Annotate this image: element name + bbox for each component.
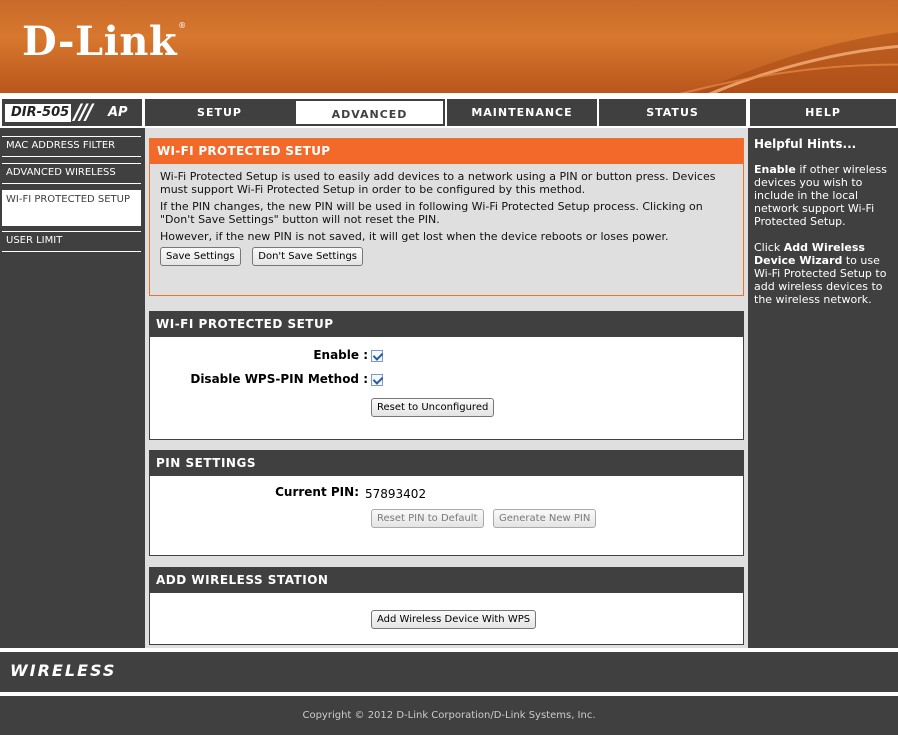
help-hint-1-bold: Enable (754, 163, 796, 176)
enable-label: Enable : (313, 348, 368, 362)
pin-settings-section: PIN SETTINGS Current PIN: 57893402 Reset… (149, 450, 744, 556)
add-wireless-station-title: ADD WIRELESS STATION (150, 568, 743, 593)
save-settings-button[interactable]: Save Settings (160, 247, 241, 266)
enable-checkbox[interactable] (371, 350, 383, 362)
pin-settings-title: PIN SETTINGS (150, 451, 743, 476)
wps-section-title: WI-FI PROTECTED SETUP (150, 312, 743, 337)
current-pin-label: Current PIN: (275, 485, 359, 499)
tab-help[interactable]: HELP (750, 99, 896, 126)
registered-mark: ® (178, 21, 187, 30)
dlink-logo[interactable]: D-Link® (22, 22, 187, 62)
wps-section: WI-FI PROTECTED SETUP Enable : Disable W… (149, 311, 744, 440)
disable-wps-pin-label: Disable WPS-PIN Method : (190, 372, 368, 386)
logo-text: D-Link (22, 18, 178, 65)
header-banner: D-Link® (0, 0, 898, 93)
wireless-bar: WIRELESS (0, 652, 898, 692)
add-wireless-device-with-wps-button[interactable]: Add Wireless Device With WPS (371, 610, 537, 629)
pin-actions: Reset PIN to Default Generate New PIN (371, 509, 597, 528)
intro-paragraph-2: If the PIN changes, the new PIN will be … (160, 200, 703, 226)
reset-to-unconfigured-button[interactable]: Reset to Unconfigured (371, 398, 495, 417)
sidebar-item-user-limit[interactable]: USER LIMIT (2, 231, 141, 252)
tab-status[interactable]: STATUS (599, 99, 746, 126)
disable-wps-pin-checkbox[interactable] (371, 374, 383, 386)
station-actions: Add Wireless Device With WPS (371, 610, 537, 629)
help-panel: Helpful Hints... Enable if other wireles… (748, 128, 898, 648)
model-badge: DIR-505 /// AP (2, 99, 142, 126)
sidebar-item-mac-address-filter[interactable]: MAC ADDRESS FILTER (2, 136, 141, 157)
intro-actions: Save Settings Don't Save Settings (160, 247, 733, 266)
help-title: Helpful Hints... (754, 137, 857, 151)
sidebar-item-wifi-protected-setup[interactable]: WI-FI PROTECTED SETUP (2, 190, 141, 226)
wireless-wordmark: WIRELESS (10, 661, 117, 680)
sidebar-item-advanced-wireless[interactable]: ADVANCED WIRELESS (2, 163, 141, 184)
copyright-text: Copyright © 2012 D-Link Corporation/D-Li… (0, 696, 898, 735)
tab-maintenance[interactable]: MAINTENANCE (447, 99, 597, 126)
intro-paragraph-3: However, if the new PIN is not saved, it… (160, 230, 669, 243)
intro-panel: WI-FI PROTECTED SETUP Wi-Fi Protected Se… (149, 138, 744, 296)
dont-save-settings-button[interactable]: Don't Save Settings (252, 247, 363, 266)
help-hint-2: Click Add Wireless Device Wizard to use … (754, 241, 892, 306)
help-hint-2-pre: Click (754, 241, 784, 254)
current-pin-value: 57893402 (365, 487, 427, 501)
model-mode: AP (108, 105, 128, 120)
add-wireless-station-section: ADD WIRELESS STATION Add Wireless Device… (149, 567, 744, 645)
intro-paragraph-1: Wi-Fi Protected Setup is used to easily … (160, 170, 716, 196)
generate-new-pin-button[interactable]: Generate New PIN (493, 509, 597, 528)
tab-advanced[interactable]: ADVANCED (294, 99, 445, 126)
sidebar: MAC ADDRESS FILTER ADVANCED WIRELESS WI-… (0, 128, 145, 648)
reset-pin-to-default-button[interactable]: Reset PIN to Default (371, 509, 484, 528)
banner-swoosh-graphic (679, 32, 898, 93)
model-name: DIR-505 (5, 104, 71, 122)
reset-wrapper: Reset to Unconfigured (371, 398, 495, 417)
model-slash-graphic: /// (74, 100, 93, 124)
intro-body: Wi-Fi Protected Setup is used to easily … (150, 164, 743, 266)
main-content: WI-FI PROTECTED SETUP Wi-Fi Protected Se… (145, 128, 748, 648)
help-hint-1: Enable if other wireless devices you wis… (754, 163, 892, 228)
intro-title: WI-FI PROTECTED SETUP (150, 139, 743, 164)
top-navigation: DIR-505 /// AP SETUP ADVANCED MAINTENANC… (0, 97, 898, 128)
tab-setup[interactable]: SETUP (145, 99, 294, 126)
